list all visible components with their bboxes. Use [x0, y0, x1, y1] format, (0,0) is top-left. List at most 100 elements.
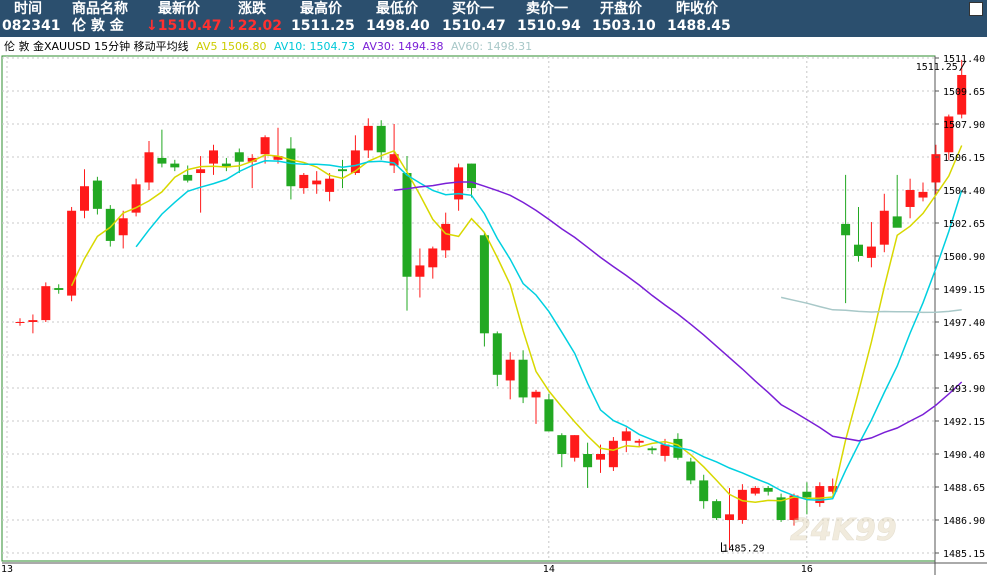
candle — [105, 205, 115, 247]
candle-body — [325, 178, 335, 192]
candle — [28, 314, 38, 334]
candle-body — [841, 223, 851, 236]
candle-body — [415, 265, 425, 277]
candle — [441, 212, 451, 258]
candlestick-chart: 1511.401509.651507.901506.151504.401502.… — [1, 54, 987, 575]
candle — [905, 178, 915, 219]
candle-body — [118, 218, 128, 236]
high-label: 1511.25 — [916, 62, 958, 73]
candle — [479, 231, 489, 347]
candle-body — [338, 169, 347, 172]
candle-body — [54, 288, 64, 290]
candle — [170, 159, 180, 172]
y-tick-label: 1493.90 — [943, 384, 985, 395]
y-tick-label: 1488.65 — [943, 483, 985, 494]
candle-body — [209, 150, 218, 164]
candle-body — [234, 152, 244, 162]
y-tick-label: 1497.40 — [943, 318, 985, 329]
candle — [815, 482, 825, 507]
candle-body — [802, 491, 812, 498]
candle — [776, 493, 786, 522]
candle — [467, 163, 476, 198]
candle-body — [170, 163, 180, 168]
candle — [583, 442, 593, 488]
candle-body — [183, 174, 193, 181]
candle-layer — [15, 59, 967, 551]
candle-body — [441, 223, 451, 251]
ma-layer — [70, 145, 963, 504]
candle — [557, 433, 567, 468]
candle — [273, 127, 283, 164]
y-tick-label: 1504.40 — [943, 186, 985, 197]
candle-body — [157, 157, 167, 164]
candle — [428, 246, 438, 279]
candle-body — [286, 148, 296, 187]
y-tick-label: 1500.90 — [943, 252, 985, 263]
candle-body — [854, 244, 863, 256]
candle — [854, 206, 863, 262]
candle — [338, 159, 347, 189]
candle — [737, 484, 747, 524]
axis-layer: 1511.401509.651507.901506.151504.401502.… — [1, 54, 985, 575]
candle-body — [67, 210, 77, 296]
candle-body — [363, 125, 373, 151]
candle — [608, 437, 618, 471]
candle-body — [737, 489, 747, 520]
candle-body — [750, 487, 760, 494]
candle-body — [596, 454, 605, 460]
candle-body — [518, 359, 528, 398]
candle-body — [492, 333, 502, 375]
y-tick-label: 1506.15 — [943, 153, 985, 164]
candle-body — [428, 248, 438, 268]
candle-body — [725, 514, 734, 520]
x-tick-label: 13 — [1, 564, 13, 575]
candle — [518, 350, 528, 404]
candle-body — [467, 163, 476, 189]
candle — [621, 427, 631, 453]
candle — [931, 144, 941, 196]
candle-body — [686, 461, 696, 481]
candle — [918, 182, 928, 202]
candle — [209, 144, 218, 175]
candle-body — [647, 448, 657, 451]
y-tick-label: 1495.65 — [943, 351, 985, 362]
candle — [363, 118, 373, 158]
y-tick-label: 1486.90 — [943, 516, 985, 527]
candle-body — [557, 435, 567, 454]
candle-body — [634, 440, 644, 443]
candle — [157, 129, 167, 168]
candle-body — [544, 399, 554, 432]
candle-body — [28, 320, 38, 322]
candle — [725, 487, 734, 551]
candle-body — [931, 154, 941, 183]
x-tick-label: 14 — [543, 564, 555, 575]
candle-body — [763, 487, 773, 492]
candle — [92, 176, 102, 215]
candle — [866, 222, 876, 268]
candle — [196, 156, 206, 213]
y-tick-label: 1492.15 — [943, 417, 985, 428]
candle-body — [260, 137, 270, 155]
candle — [544, 393, 554, 432]
candle-body — [505, 359, 515, 381]
candle-body — [144, 152, 154, 183]
candle — [505, 352, 515, 400]
y-tick-label: 1509.65 — [943, 87, 985, 98]
watermark-24k99-logo: 24K99 — [790, 513, 897, 549]
candle — [763, 486, 773, 496]
candle-body — [570, 435, 580, 458]
candle-body — [905, 190, 915, 207]
y-tick-label: 1485.15 — [943, 549, 985, 560]
candle — [221, 157, 231, 172]
candle — [454, 163, 464, 211]
y-tick-label: 1490.40 — [943, 450, 985, 461]
y-tick-label: 1499.15 — [943, 285, 985, 296]
low-label: 1485.29 — [723, 543, 765, 554]
candle-body — [41, 286, 51, 321]
candle — [67, 206, 77, 302]
candle-body — [92, 180, 102, 209]
candle — [686, 457, 696, 485]
candle-body — [479, 235, 489, 334]
candle — [699, 474, 709, 509]
candle-body — [866, 246, 876, 258]
